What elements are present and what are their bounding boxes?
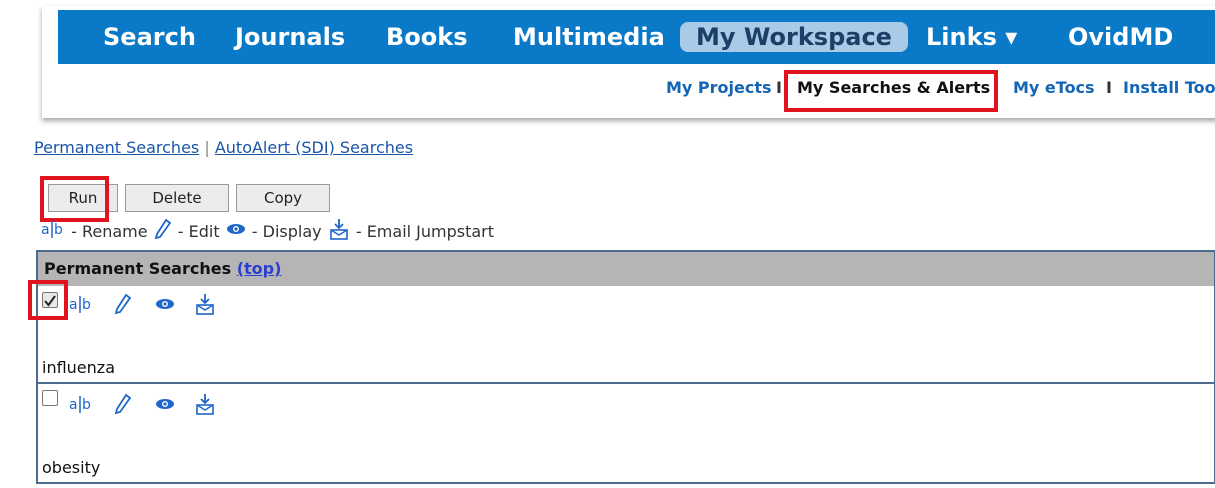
display-legend-label: - Display: [251, 222, 322, 241]
tab-separator: |: [204, 138, 210, 157]
highlight-box: [40, 176, 109, 222]
autoalert-searches-link[interactable]: AutoAlert (SDI) Searches: [215, 138, 413, 157]
rename-icon[interactable]: ab: [68, 294, 94, 318]
nav-books[interactable]: Books: [386, 22, 468, 52]
email-legend-label: - Email Jumpstart: [355, 222, 495, 241]
delete-button[interactable]: Delete: [125, 184, 229, 212]
svg-text:a: a: [41, 222, 50, 238]
pencil-icon: [153, 218, 173, 247]
nav-my-workspace[interactable]: My Workspace: [680, 22, 908, 52]
rename-legend-label: - Rename: [71, 222, 148, 241]
svg-text:a: a: [69, 397, 78, 413]
search-name-influenza[interactable]: influenza: [42, 358, 115, 377]
nav-search[interactable]: Search: [103, 22, 196, 52]
svg-text:a: a: [69, 297, 78, 313]
top-link[interactable]: (top): [237, 259, 282, 278]
email-jumpstart-icon[interactable]: [193, 292, 217, 320]
row-checkbox-obesity[interactable]: [42, 390, 58, 406]
edit-legend-label: - Edit: [177, 222, 220, 241]
rename-icon: ab: [40, 219, 66, 246]
highlight-box: [784, 70, 998, 112]
nav-links-dropdown[interactable]: Links ▾: [926, 22, 1017, 52]
row-actions: ab: [68, 392, 217, 420]
svg-text:b: b: [82, 297, 91, 313]
search-type-tabs: Permanent Searches | AutoAlert (SDI) Sea…: [34, 138, 413, 157]
panel-title: Permanent Searches (top): [44, 259, 281, 278]
permanent-searches-link[interactable]: Permanent Searches: [34, 138, 199, 157]
nav-multimedia[interactable]: Multimedia: [513, 22, 665, 52]
row-actions: ab: [68, 292, 217, 320]
permanent-searches-panel: Permanent Searches (top) ab influenza ab…: [36, 250, 1215, 484]
subnav-my-projects[interactable]: My Projects: [666, 77, 772, 99]
email-jumpstart-icon: [327, 217, 351, 248]
row-divider: [38, 382, 1214, 384]
subnav-separator: I: [1106, 78, 1112, 97]
nav-journals[interactable]: Journals: [235, 22, 345, 52]
top-navigation-bar: Search Journals Books Multimedia My Work…: [58, 10, 1215, 64]
pencil-icon[interactable]: [113, 393, 133, 419]
eye-icon[interactable]: [154, 395, 176, 417]
icon-legend: ab - Rename - Edit - Display - Email Jum…: [40, 217, 494, 241]
nav-ovidmd[interactable]: OvidMD: [1068, 22, 1173, 52]
rename-icon[interactable]: ab: [68, 394, 94, 418]
highlight-box: [28, 280, 68, 320]
email-jumpstart-icon[interactable]: [193, 392, 217, 420]
search-name-obesity[interactable]: obesity: [42, 458, 100, 477]
svg-text:b: b: [54, 222, 63, 238]
subnav-install-tools[interactable]: Install Too: [1123, 77, 1215, 99]
pencil-icon[interactable]: [113, 293, 133, 319]
panel-header: Permanent Searches (top): [38, 252, 1214, 286]
eye-icon: [225, 220, 247, 245]
panel-title-text: Permanent Searches: [44, 259, 232, 278]
subnav-my-etocs[interactable]: My eTocs: [1013, 77, 1095, 99]
subnav-separator: I: [776, 78, 782, 97]
svg-text:b: b: [82, 397, 91, 413]
eye-icon[interactable]: [154, 295, 176, 317]
copy-button[interactable]: Copy: [236, 184, 330, 212]
